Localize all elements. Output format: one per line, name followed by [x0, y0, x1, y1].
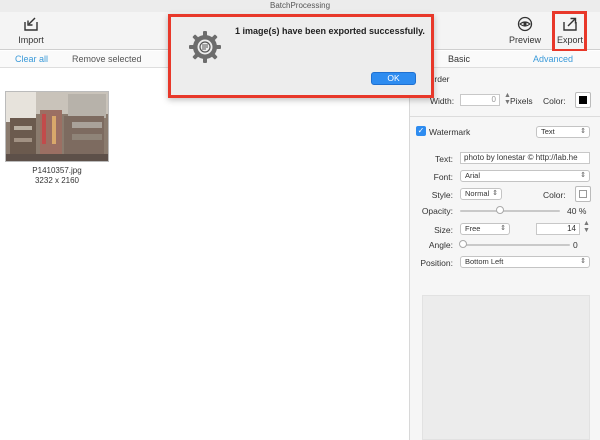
thumbnail-dimensions: 3232 x 2160 — [34, 176, 80, 185]
watermark-label: Watermark — [429, 127, 471, 137]
font-value: Arial — [465, 171, 481, 180]
watermark-checkbox[interactable]: ✓ — [416, 126, 426, 136]
opacity-slider-knob[interactable] — [496, 206, 504, 214]
opacity-value: 40 % — [567, 206, 587, 216]
eye-icon — [517, 16, 533, 32]
app-gear-icon — [189, 31, 221, 63]
image-thumbnail[interactable] — [5, 91, 109, 162]
style-value: Normal — [465, 189, 490, 198]
border-color-swatch[interactable] — [575, 92, 591, 108]
section-divider — [410, 116, 600, 117]
watermark-text-value: photo by lonestar © http://lab.he — [464, 153, 578, 162]
size-mode-value: Free — [465, 224, 481, 233]
chevron-updown-icon: ⇕ — [492, 190, 498, 197]
angle-slider-knob[interactable] — [459, 240, 467, 248]
border-width-value: 0 — [491, 95, 496, 104]
photo-thumbnail-graphic — [6, 92, 108, 161]
thumbnail-filename: P1410357.jpg — [32, 166, 82, 175]
border-units-label: Pixels — [510, 96, 533, 106]
ok-button[interactable]: OK — [371, 72, 416, 85]
import-button[interactable]: Import — [14, 16, 48, 45]
dialog-message: 1 image(s) have been exported successful… — [235, 26, 425, 36]
size-mode-select[interactable]: Free ⇕ — [460, 223, 510, 235]
position-label: Position: — [420, 258, 453, 268]
watermark-type-select[interactable]: Text ⇕ — [536, 126, 590, 138]
watermark-preview-area — [422, 295, 590, 440]
window-titlebar: BatchProcessing — [0, 0, 600, 12]
tab-advanced[interactable]: Advanced — [533, 54, 573, 64]
import-icon — [24, 17, 38, 31]
angle-slider[interactable] — [460, 244, 570, 246]
opacity-slider[interactable] — [460, 210, 560, 212]
chevron-updown-icon: ⇕ — [500, 225, 506, 232]
position-value: Bottom Left — [465, 257, 504, 266]
angle-value: 0 — [573, 240, 578, 250]
export-success-dialog: 1 image(s) have been exported successful… — [168, 14, 434, 98]
tab-basic[interactable]: Basic — [448, 54, 470, 64]
export-highlight-box — [552, 11, 587, 52]
watermark-color-swatch[interactable] — [575, 186, 591, 202]
clear-all-button[interactable]: Clear all — [15, 54, 48, 64]
preview-button[interactable]: Preview — [508, 16, 542, 45]
opacity-label: Opacity: — [421, 206, 453, 216]
border-color-fill — [579, 96, 587, 104]
style-select[interactable]: Normal ⇕ — [460, 188, 502, 200]
window-title: BatchProcessing — [269, 1, 331, 10]
preview-label: Preview — [508, 35, 541, 45]
position-select[interactable]: Bottom Left ⇕ — [460, 256, 590, 268]
text-label: Text: — [435, 154, 453, 164]
size-value-field[interactable]: 14 — [536, 223, 580, 235]
watermark-color-label: Color: — [543, 190, 566, 200]
watermark-color-fill — [579, 190, 587, 198]
watermark-type-value: Text — [541, 127, 555, 136]
remove-selected-button[interactable]: Remove selected — [72, 54, 142, 64]
border-width-field[interactable]: 0 — [460, 94, 500, 106]
watermark-text-input[interactable]: photo by lonestar © http://lab.he — [460, 152, 590, 164]
chevron-updown-icon: ⇕ — [580, 258, 586, 265]
font-select[interactable]: Arial ⇕ — [460, 170, 590, 182]
font-label: Font: — [433, 172, 453, 182]
style-label: Style: — [431, 190, 453, 200]
size-label: Size: — [434, 225, 453, 235]
settings-panel: Border Width: 0 ▲ ▼ Pixels Color: ✓ Water… — [409, 68, 600, 440]
size-stepper[interactable]: ▲ ▼ — [583, 220, 590, 234]
chevron-updown-icon: ⇕ — [580, 172, 586, 179]
size-value: 14 — [567, 224, 576, 233]
border-color-label: Color: — [543, 96, 566, 106]
chevron-updown-icon: ⇕ — [580, 128, 586, 135]
import-label: Import — [18, 35, 44, 45]
angle-label: Angle: — [428, 240, 453, 250]
